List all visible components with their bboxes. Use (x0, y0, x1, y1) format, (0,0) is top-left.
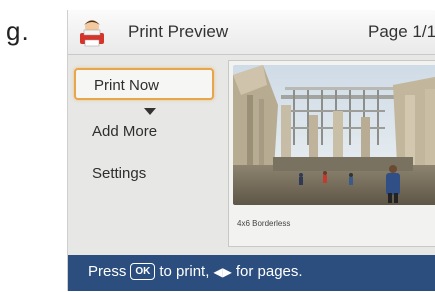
ok-key-icon: OK (130, 263, 156, 280)
print-preview-app-icon (80, 20, 104, 47)
menu-item-print-now[interactable]: Print Now (74, 68, 214, 100)
status-middle: to print, (159, 263, 210, 280)
menu-item-settings[interactable]: Settings (74, 158, 214, 190)
status-bar: Press OK to print, ◀▶ for pages. (68, 255, 435, 291)
status-hint: Press OK to print, ◀▶ for pages. (88, 263, 303, 280)
menu-item-label: Add More (92, 123, 158, 140)
photo-preview-card[interactable]: 4x6 Borderless (228, 60, 435, 247)
menu-item-label: Settings (92, 165, 147, 182)
status-suffix: for pages. (235, 263, 303, 280)
left-right-arrows-icon: ◀▶ (213, 264, 232, 279)
page-title: Print Preview (128, 22, 229, 41)
printer-screen: Print Preview Page 1/1 Print Now Add Mor… (67, 10, 435, 291)
title-bar: Print Preview Page 1/1 (68, 10, 435, 55)
chevron-down-icon (144, 108, 156, 115)
menu-item-add-more[interactable]: Add More (74, 116, 214, 148)
print-size-caption: 4x6 Borderless (237, 219, 291, 228)
menu-item-label: Print Now (94, 77, 160, 94)
page-indicator: Page 1/1 (368, 22, 435, 41)
step-label: g. (6, 16, 30, 46)
photo-thumbnail (233, 65, 435, 205)
status-prefix: Press (88, 263, 127, 280)
